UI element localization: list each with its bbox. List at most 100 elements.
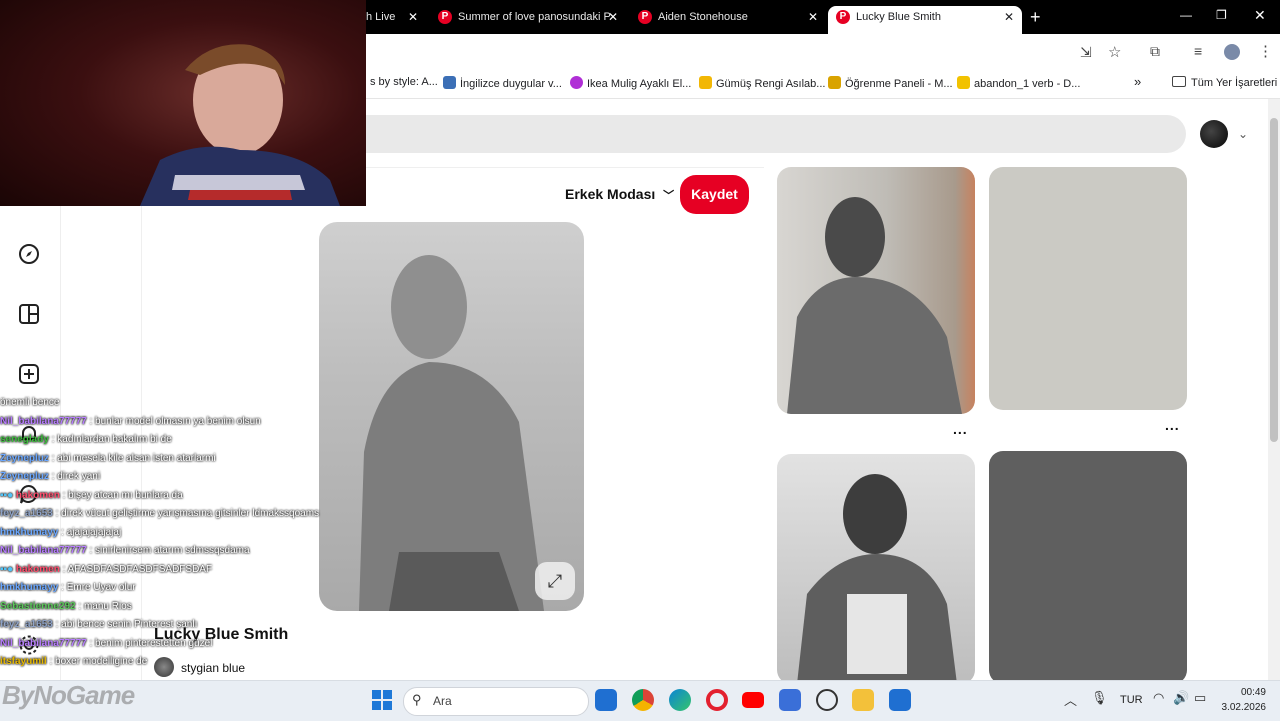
bookmarks-overflow-button[interactable]: » xyxy=(1134,74,1141,89)
chat-username: Sebastienne292 xyxy=(0,600,76,612)
related-pin[interactable] xyxy=(777,454,975,684)
restore-icon[interactable]: ❐ xyxy=(1216,8,1227,22)
extensions-icon[interactable]: ⧉ xyxy=(1150,43,1160,60)
chat-message: feyz_a1653 : abi bence senin Pinterest ş… xyxy=(0,616,360,635)
close-icon[interactable]: ✕ xyxy=(1004,6,1014,28)
language-indicator[interactable]: TUR xyxy=(1120,694,1143,706)
wifi-icon[interactable]: ◠ xyxy=(1153,690,1164,706)
edge-icon[interactable] xyxy=(669,689,691,711)
board-selector[interactable]: Erkek Modası ﹀ xyxy=(565,186,674,203)
minimize-icon[interactable]: — xyxy=(1180,8,1192,22)
all-bookmarks-label: Tüm Yer İşaretleri xyxy=(1191,77,1278,89)
create-plus-icon[interactable] xyxy=(18,363,40,385)
windows-start-icon[interactable] xyxy=(372,690,392,715)
taskbar-search-input[interactable]: ⚲ Ara xyxy=(403,687,589,716)
chevron-up-icon[interactable]: ︿ xyxy=(1064,690,1077,709)
install-app-icon[interactable]: ⇲ xyxy=(1080,44,1092,61)
file-explorer-icon[interactable] xyxy=(852,689,874,711)
save-button[interactable]: Kaydet xyxy=(680,175,749,214)
app-icon[interactable] xyxy=(889,689,911,711)
battery-icon[interactable]: ▭ xyxy=(1194,690,1206,706)
chat-text: : Emre Uyav olur xyxy=(61,582,136,593)
tab-1[interactable]: h Live ✕ xyxy=(366,6,426,34)
related-pin[interactable] xyxy=(989,167,1187,410)
tab-title: Lucky Blue Smith xyxy=(856,11,941,23)
chevron-down-icon: ﹀ xyxy=(663,190,675,202)
chat-text: önemli bence xyxy=(0,397,60,408)
related-pin[interactable] xyxy=(777,167,975,414)
chat-message: ▪▪● hakomen : bişey atcan mı bunlara da xyxy=(0,487,360,506)
bookmark-item[interactable]: Ikea Mulig Ayaklı El... xyxy=(570,76,691,90)
chat-message: Zeynepluz : abi mesela kile alsan isten … xyxy=(0,450,360,469)
more-options-icon[interactable]: ... xyxy=(1165,417,1180,433)
chat-message: Nil_babilana77777 : bunlar model olmasın… xyxy=(0,413,360,432)
chat-text: : sinirlenirsem atarım sdmssqsdama xyxy=(89,545,250,556)
streamer-placeholder xyxy=(140,44,340,206)
bookmark-label: Ikea Mulig Ayaklı El... xyxy=(587,78,692,90)
search-input[interactable] xyxy=(366,115,1186,153)
chrome-icon[interactable] xyxy=(632,689,654,711)
youtube-icon[interactable] xyxy=(742,692,764,708)
opera-icon[interactable] xyxy=(706,689,728,711)
bookmark-icon xyxy=(443,76,456,89)
media-control-icon[interactable]: ≡ xyxy=(1194,43,1202,59)
close-icon[interactable]: ✕ xyxy=(408,6,418,28)
clock-time[interactable]: 00:49 xyxy=(1238,687,1266,698)
search-icon: ⚲ xyxy=(412,692,422,707)
chat-text: : benim pinterestetten güzel xyxy=(89,637,213,649)
boards-icon[interactable] xyxy=(18,303,40,325)
bookmark-label: İngilizce duygular v... xyxy=(460,78,562,90)
chat-text: : abi bence senin Pinterest şanlı xyxy=(55,619,198,630)
explore-compass-icon[interactable] xyxy=(18,243,40,265)
bookmark-icon xyxy=(957,76,970,89)
taskbar-search-placeholder: Ara xyxy=(433,694,452,708)
bookmark-label: abandon_1 verb - D... xyxy=(974,78,1081,90)
chat-text: : abi mesela kile alsan isten atarlarmi xyxy=(51,452,216,464)
bookmark-item[interactable]: abandon_1 verb - D... xyxy=(957,76,1080,90)
bookmark-icon xyxy=(570,76,583,89)
expand-icon[interactable]: ⤢ xyxy=(535,562,575,600)
chevron-down-icon[interactable]: ⌄ xyxy=(1238,127,1248,141)
bookmark-item[interactable]: İngilizce duygular v... xyxy=(443,76,562,90)
chat-message: seneglady : kadınlardan bakalım bi de xyxy=(0,431,360,450)
chat-username: Zeynepluz xyxy=(0,471,49,482)
clock-date[interactable]: 3.02.2026 xyxy=(1220,702,1267,713)
close-icon[interactable]: ✕ xyxy=(808,6,818,28)
user-avatar[interactable] xyxy=(1200,120,1228,148)
chat-text: : AFASDFASDFASDFSADFSDAF xyxy=(62,563,213,575)
bookmark-item[interactable]: s by style: A... xyxy=(370,76,438,88)
chat-username: Zeynepluz xyxy=(0,452,49,464)
new-tab-button[interactable]: + xyxy=(1030,7,1041,28)
menu-icon[interactable]: ⋮ xyxy=(1258,42,1273,60)
scrollbar-thumb[interactable] xyxy=(1270,118,1278,442)
bookmark-item[interactable]: Öğrenme Paneli - M... xyxy=(828,76,953,90)
bookmark-star-icon[interactable]: ☆ xyxy=(1108,43,1121,61)
close-icon[interactable]: ✕ xyxy=(608,6,618,28)
microphone-icon[interactable]: 🎙 xyxy=(1091,690,1108,706)
chat-text: : kadınlardan bakalım bi de xyxy=(51,434,172,445)
chat-text: : direk vücut geliştirme yarışmasına git… xyxy=(55,508,320,519)
bookmark-icon xyxy=(699,76,712,89)
chat-text: : manu Rios xyxy=(78,600,132,612)
chat-username: feyz_a1653 xyxy=(0,619,53,630)
store-icon[interactable] xyxy=(779,689,801,711)
tab-3[interactable]: P Aiden Stonehouse ✕ xyxy=(630,6,826,34)
pinterest-icon: P xyxy=(836,10,850,24)
tab-title: Aiden Stonehouse xyxy=(658,11,748,23)
window-close-icon[interactable]: ✕ xyxy=(1254,7,1266,24)
tab-active[interactable]: P Lucky Blue Smith ✕ xyxy=(828,6,1022,34)
board-selector-label: Erkek Modası xyxy=(565,186,656,202)
related-pin[interactable] xyxy=(989,451,1187,684)
mail-app-icon[interactable] xyxy=(595,689,617,711)
obs-icon[interactable] xyxy=(816,689,838,711)
tab-2[interactable]: P Summer of love panosundaki P ✕ xyxy=(430,6,626,34)
profile-avatar[interactable] xyxy=(1224,44,1240,60)
volume-icon[interactable]: 🔊 xyxy=(1173,690,1189,706)
more-options-icon[interactable]: ... xyxy=(953,421,968,437)
chat-text: : bunlar model olmasın ya benim olsun xyxy=(89,415,261,427)
bookmark-item[interactable]: Gümüş Rengi Asılab... xyxy=(699,76,825,90)
all-bookmarks-button[interactable]: Tüm Yer İşaretleri xyxy=(1172,76,1277,89)
chat-username: itsfayumil xyxy=(0,656,47,667)
bookmark-icon xyxy=(828,76,841,89)
chat-message: Nil_babilana77777 : benim pinterestetten… xyxy=(0,635,360,654)
